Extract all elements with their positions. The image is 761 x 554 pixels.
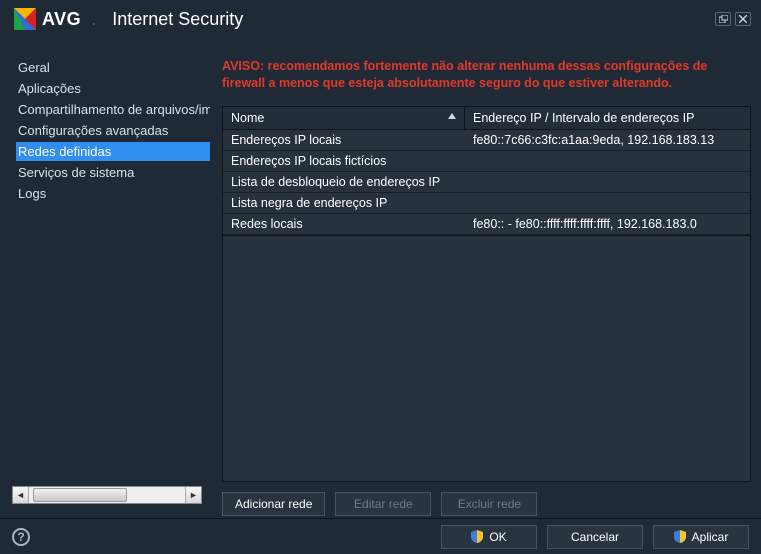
sidebar-item-defined-networks[interactable]: Redes definidas (16, 142, 210, 161)
scroll-left-icon[interactable]: ◄ (13, 487, 29, 503)
bottom-bar: ? OK Cancelar Aplicar (0, 518, 761, 554)
sort-asc-icon (448, 113, 456, 119)
sidebar-item-system-services[interactable]: Serviços de sistema (16, 163, 210, 182)
scroll-track[interactable] (29, 487, 185, 503)
window-controls (715, 12, 751, 26)
sidebar-item-applications[interactable]: Aplicações (16, 79, 210, 98)
cell-ip: fe80:: - fe80::ffff:ffff:ffff:ffff, 192.… (465, 214, 750, 234)
edit-network-button: Editar rede (335, 492, 431, 516)
table-row[interactable]: Endereços IP locais fictícios (223, 151, 750, 172)
networks-table: Nome Endereço IP / Intervalo de endereço… (222, 106, 751, 236)
apply-button[interactable]: Aplicar (653, 525, 749, 549)
cell-name: Endereços IP locais (223, 130, 465, 150)
column-header-ip[interactable]: Endereço IP / Intervalo de endereços IP (465, 107, 750, 129)
shield-icon (471, 530, 483, 543)
cell-ip (465, 193, 750, 213)
cell-ip (465, 151, 750, 171)
warning-text: AVISO: recomendamos fortemente não alter… (222, 58, 751, 92)
titlebar: AVG . Internet Security (0, 0, 761, 38)
main-panel: AVISO: recomendamos fortemente não alter… (210, 38, 761, 516)
brand-text: AVG (42, 9, 81, 30)
table-row[interactable]: Endereços IP locais fe80::7c66:c3fc:a1aa… (223, 130, 750, 151)
app-logo: AVG . Internet Security (14, 8, 243, 30)
sidebar-item-advanced[interactable]: Configurações avançadas (16, 121, 210, 140)
column-header-name-label: Nome (231, 111, 264, 125)
cell-name: Redes locais (223, 214, 465, 234)
cell-name: Lista negra de endereços IP (223, 193, 465, 213)
product-text: Internet Security (112, 9, 243, 30)
close-window-icon[interactable] (735, 12, 751, 26)
table-empty-area (222, 236, 751, 482)
sidebar: Geral Aplicações Compartilhamento de arq… (0, 38, 210, 516)
cell-name: Lista de desbloqueio de endereços IP (223, 172, 465, 192)
restore-window-icon[interactable] (715, 12, 731, 26)
table-header: Nome Endereço IP / Intervalo de endereço… (223, 107, 750, 130)
delete-network-button: Excluir rede (441, 492, 537, 516)
cell-name: Endereços IP locais fictícios (223, 151, 465, 171)
cell-ip: fe80::7c66:c3fc:a1aa:9eda, 192.168.183.1… (465, 130, 750, 150)
cancel-button[interactable]: Cancelar (547, 525, 643, 549)
scroll-thumb[interactable] (33, 488, 127, 502)
ok-button-label: OK (489, 530, 506, 544)
table-row[interactable]: Redes locais fe80:: - fe80::ffff:ffff:ff… (223, 214, 750, 235)
table-row[interactable]: Lista negra de endereços IP (223, 193, 750, 214)
sidebar-item-logs[interactable]: Logs (16, 184, 210, 203)
cell-ip (465, 172, 750, 192)
sidebar-horizontal-scrollbar[interactable]: ◄ ► (12, 486, 202, 504)
table-row[interactable]: Lista de desbloqueio de endereços IP (223, 172, 750, 193)
brand-separator: . (91, 9, 96, 30)
shield-icon (674, 530, 686, 543)
help-icon[interactable]: ? (12, 528, 30, 546)
sidebar-item-general[interactable]: Geral (16, 58, 210, 77)
apply-button-label: Aplicar (692, 530, 729, 544)
scroll-right-icon[interactable]: ► (185, 487, 201, 503)
column-header-name[interactable]: Nome (223, 107, 465, 129)
cancel-button-label: Cancelar (571, 530, 619, 544)
add-network-button[interactable]: Adicionar rede (222, 492, 325, 516)
sidebar-item-file-sharing[interactable]: Compartilhamento de arquivos/impressoras (16, 100, 210, 119)
bottom-buttons: OK Cancelar Aplicar (441, 525, 749, 549)
ok-button[interactable]: OK (441, 525, 537, 549)
avg-logo-icon (14, 8, 36, 30)
action-bar: Adicionar rede Editar rede Excluir rede (222, 492, 751, 516)
